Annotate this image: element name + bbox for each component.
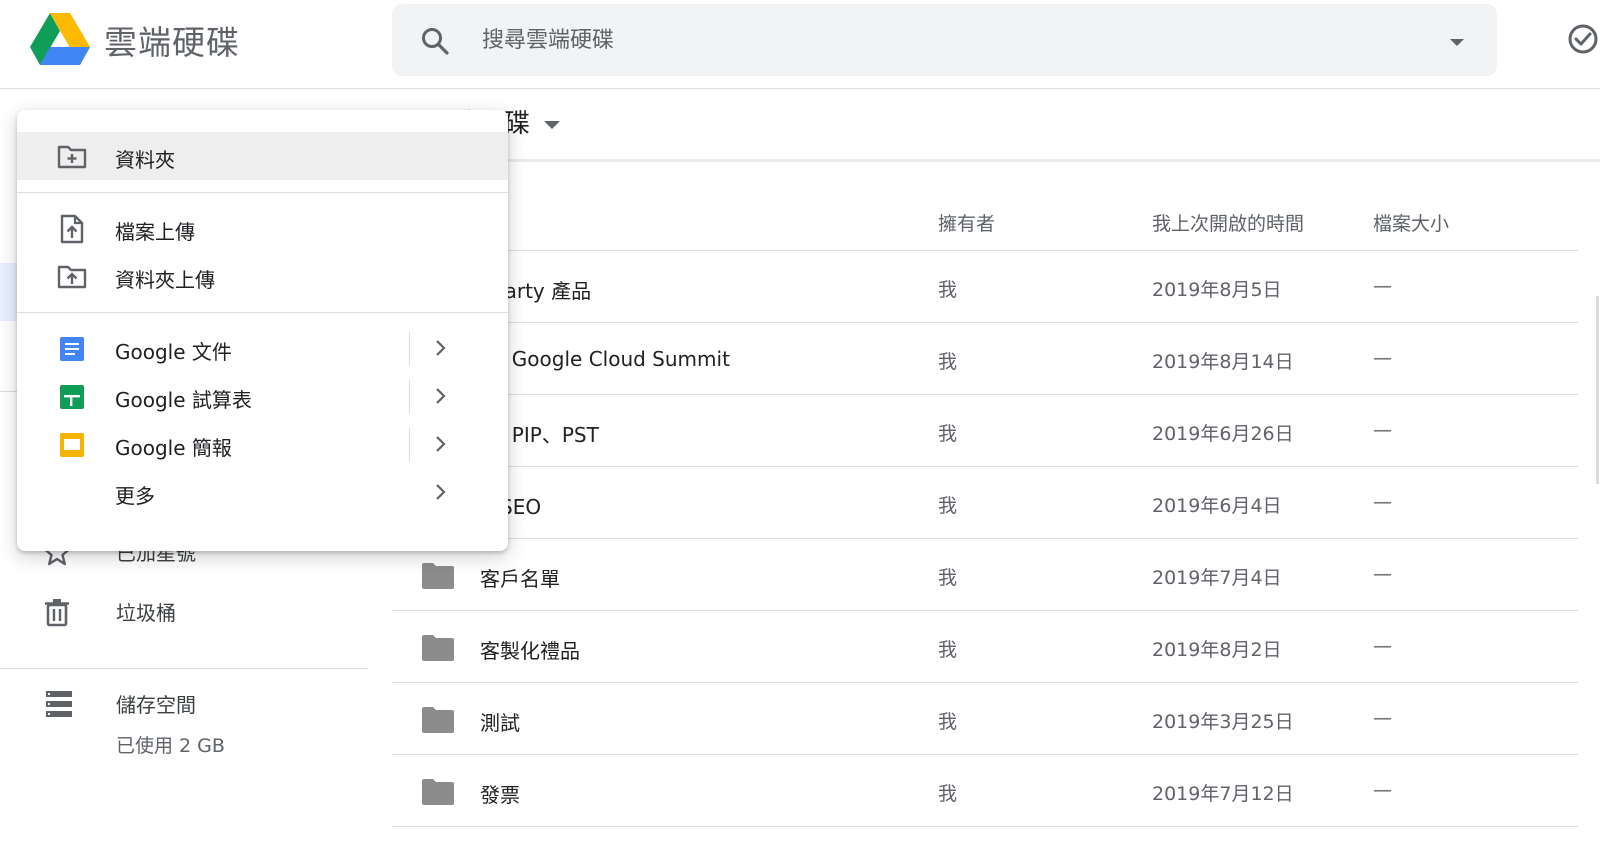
table-row[interactable]: 19 PIP、PST 我 2019年6月26日 — (392, 395, 1578, 467)
folder-icon (422, 707, 454, 733)
search-options-dropdown-icon[interactable] (1447, 32, 1467, 52)
file-owner: 我 (938, 711, 958, 733)
menu-item-label: 資料夾上傳 (115, 268, 215, 292)
file-size: — (1373, 635, 1392, 657)
file-last-opened: 2019年6月26日 (1152, 423, 1294, 445)
table-row[interactable]: 客製化禮品 我 2019年8月2日 — (392, 611, 1578, 683)
menu-item-label: Google 文件 (115, 340, 232, 364)
chevron-down-icon (544, 120, 561, 129)
menu-item-file-upload[interactable]: 檔案上傳 (17, 204, 508, 252)
folder-icon (422, 635, 454, 661)
top-bar: 雲端硬碟 (0, 0, 1600, 89)
menu-item-label: 更多 (115, 484, 155, 508)
menu-item-new-folder[interactable]: 資料夾 (17, 132, 508, 180)
file-size: — (1373, 419, 1392, 441)
table-row[interactable]: 發票 我 2019年7月12日 — (392, 755, 1578, 827)
folder-icon (422, 563, 454, 589)
file-last-opened: 2019年6月4日 (1152, 495, 1282, 517)
menu-separator (409, 380, 410, 414)
column-header-owner[interactable]: 擁有者 (938, 209, 995, 236)
menu-separator (409, 428, 410, 462)
chevron-right-icon[interactable] (433, 482, 449, 502)
column-header-size[interactable]: 檔案大小 (1373, 209, 1449, 236)
file-owner: 我 (938, 279, 958, 301)
file-owner: 我 (938, 423, 958, 445)
new-item-menu: 資料夾 檔案上傳 資料夾上傳 Google 文件 Google 試算表 Goog… (17, 110, 508, 551)
menu-item-google-slides[interactable]: Google 簡報 (17, 420, 508, 468)
menu-separator (409, 332, 410, 366)
table-row[interactable]: 網SEO 我 2019年6月4日 — (392, 467, 1578, 539)
storage-icon (46, 691, 72, 717)
file-name: 19 Google Cloud Summit (480, 347, 730, 371)
google-sheets-icon (60, 385, 84, 409)
file-last-opened: 2019年3月25日 (1152, 711, 1294, 733)
menu-item-more[interactable]: 更多 (17, 468, 508, 516)
file-last-opened: 2019年8月5日 (1152, 279, 1282, 301)
file-owner: 我 (938, 639, 958, 661)
search-icon[interactable] (420, 26, 450, 56)
file-owner: 我 (938, 351, 958, 373)
storage-used-text: 已使用 2 GB (116, 735, 225, 757)
file-size: — (1373, 563, 1392, 585)
menu-divider (17, 312, 508, 313)
menu-item-folder-upload[interactable]: 資料夾上傳 (17, 252, 508, 300)
chevron-right-icon[interactable] (433, 386, 449, 406)
storage-label: 儲存空間 (116, 693, 196, 717)
table-row[interactable]: 19 Google Cloud Summit 我 2019年8月14日 — (392, 323, 1578, 395)
file-last-opened: 2019年7月4日 (1152, 567, 1282, 589)
search-bar[interactable] (392, 4, 1497, 76)
folder-upload-icon (57, 265, 87, 289)
file-last-opened: 2019年8月2日 (1152, 639, 1282, 661)
table-row[interactable]: 測試 我 2019年3月25日 — (392, 683, 1578, 755)
file-size: — (1373, 275, 1392, 297)
new-folder-icon (57, 145, 87, 169)
sidebar-item-storage[interactable]: 儲存空間 已使用 2 GB (0, 689, 368, 779)
menu-item-label: Google 試算表 (115, 388, 252, 412)
sidebar-item-label: 垃圾桶 (116, 601, 176, 625)
file-name: 客戶名單 (480, 567, 560, 591)
file-owner: 我 (938, 783, 958, 805)
menu-item-label: 檔案上傳 (115, 220, 195, 244)
file-size: — (1373, 491, 1392, 513)
menu-item-google-docs[interactable]: Google 文件 (17, 324, 508, 372)
table-header: 擁有者 我上次開啟的時間 檔案大小 (392, 185, 1578, 251)
chevron-right-icon[interactable] (433, 434, 449, 454)
sidebar-item-trash[interactable]: 垃圾桶 (0, 583, 368, 639)
app-title[interactable]: 雲端硬碟 (104, 16, 240, 64)
menu-item-google-sheets[interactable]: Google 試算表 (17, 372, 508, 420)
drive-logo-icon[interactable] (30, 13, 90, 65)
scrollbar[interactable] (1596, 296, 1599, 484)
menu-item-label: Google 簡報 (115, 436, 232, 460)
file-name: 發票 (480, 783, 520, 807)
file-size: — (1373, 347, 1392, 369)
sidebar-divider (0, 668, 368, 669)
table-row[interactable]: l party 產品我 2019年8月5日 — (392, 251, 1578, 323)
file-owner: 我 (938, 495, 958, 517)
file-size: — (1373, 707, 1392, 729)
file-name: 客製化禮品 (480, 639, 580, 663)
column-header-last-opened[interactable]: 我上次開啟的時間 (1152, 209, 1304, 236)
file-table: 擁有者 我上次開啟的時間 檔案大小 l party 產品我 2019年8月5日 —1… (392, 185, 1578, 827)
main-content: 端硬碟 擁有者 我上次開啟的時間 檔案大小 l party 產品我2019年8月… (392, 89, 1600, 843)
search-input[interactable] (480, 20, 1380, 60)
google-slides-icon (60, 433, 84, 457)
trash-icon (45, 599, 69, 627)
file-size: — (1373, 779, 1392, 801)
menu-divider (17, 192, 508, 193)
file-upload-icon (60, 214, 84, 244)
offline-status-check-icon[interactable] (1566, 22, 1600, 56)
table-row[interactable]: 客戶名單 我 2019年7月4日 — (392, 539, 1578, 611)
file-last-opened: 2019年7月12日 (1152, 783, 1294, 805)
file-name: 測試 (480, 711, 520, 735)
chevron-right-icon[interactable] (433, 338, 449, 358)
menu-item-label: 資料夾 (115, 148, 175, 172)
file-last-opened: 2019年8月14日 (1152, 351, 1294, 373)
google-docs-icon (60, 337, 84, 361)
toolbar-divider (392, 159, 1600, 162)
folder-icon (422, 779, 454, 805)
file-owner: 我 (938, 567, 958, 589)
